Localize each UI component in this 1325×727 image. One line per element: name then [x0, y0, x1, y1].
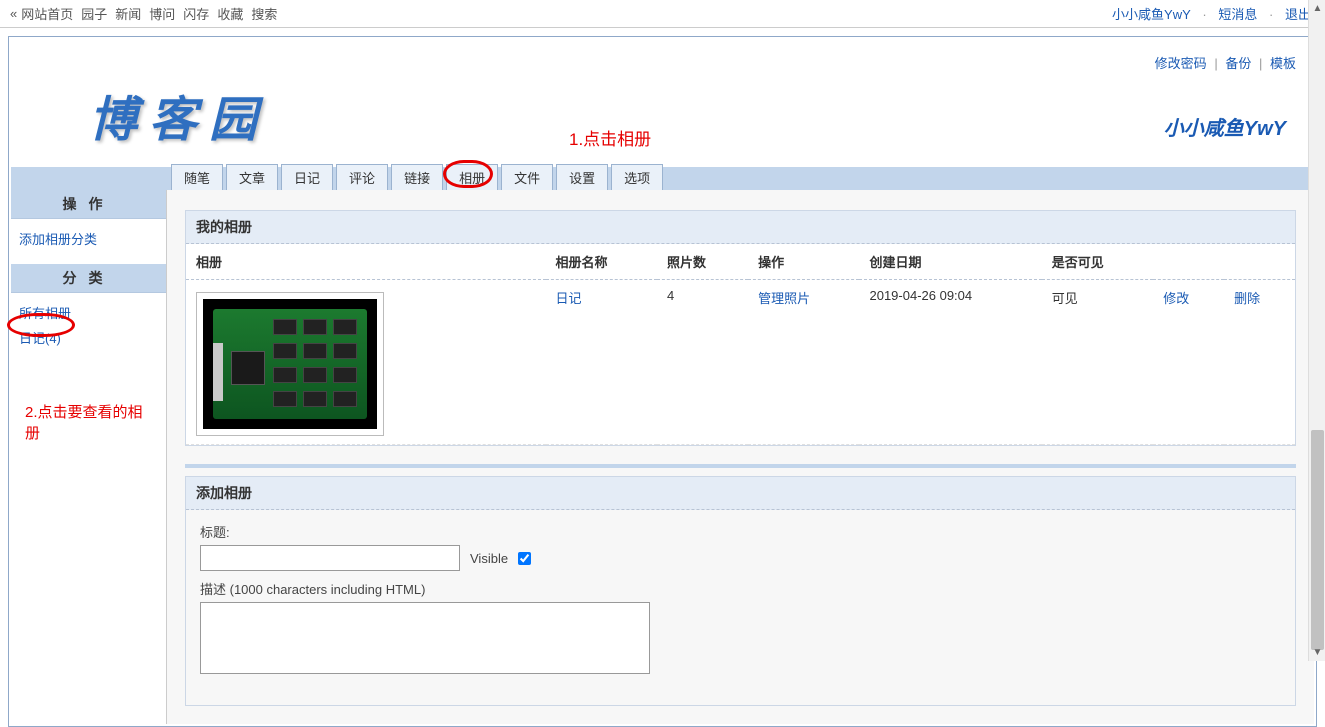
link-backup[interactable]: 备份	[1225, 56, 1251, 71]
annotation-2: 2.点击要查看的相册	[19, 353, 158, 449]
scroll-up-icon[interactable]: ▲	[1309, 0, 1325, 17]
checkbox-visible[interactable]	[518, 552, 531, 565]
albums-table: 相册 相册名称 照片数 操作 创建日期 是否可见	[186, 244, 1295, 445]
sidebar-add-category[interactable]: 添加相册分类	[19, 229, 97, 248]
sidebar-cat-title: 分类	[11, 264, 166, 293]
add-album-title: 添加相册	[186, 477, 1295, 510]
row-edit[interactable]: 修改	[1163, 291, 1189, 306]
header: 修改密码 | 备份 | 模板 博 客 园 小小咸鱼YwY	[11, 39, 1314, 166]
nav-fav[interactable]: 收藏	[217, 4, 243, 23]
tab-wenjian[interactable]: 文件	[501, 164, 553, 190]
annotation-1: 1.点击相册	[569, 125, 651, 150]
tab-shezhi[interactable]: 设置	[556, 164, 608, 190]
topbar-right: 小小咸鱼YwY · 短消息 · 退出	[1108, 4, 1315, 23]
content-row: 操作 添加相册分类 分类 所有相册 日记(4) 2.点击要查看的相册 我的相册 …	[11, 190, 1314, 724]
nav-news[interactable]: 新闻	[115, 4, 141, 23]
add-album-panel: 添加相册 标题: Visible 描述 (1000 characters inc…	[185, 476, 1296, 706]
scroll-down-icon[interactable]: ▼	[1309, 644, 1325, 661]
tab-riji[interactable]: 日记	[281, 164, 333, 190]
tab-wenzhang[interactable]: 文章	[226, 164, 278, 190]
site-logo: 博 客 园	[29, 72, 257, 166]
main-area: 我的相册 相册 相册名称 照片数 操作 创建日期 是否可见	[167, 190, 1314, 724]
topbar-prefix: «	[10, 6, 17, 21]
row-visible: 可见	[1042, 280, 1153, 445]
input-title[interactable]	[200, 545, 460, 571]
main-frame: 修改密码 | 备份 | 模板 博 客 园 小小咸鱼YwY 1.点击相册 随笔 文…	[8, 36, 1317, 727]
col-date: 创建日期	[859, 244, 1041, 280]
label-title: 标题:	[200, 522, 1281, 541]
scroll-thumb[interactable]	[1311, 430, 1324, 650]
pcb-image	[203, 299, 377, 429]
tabs: 随笔 文章 日记 评论 链接 相册 文件 设置 选项	[11, 166, 1314, 190]
sidebar-diary-album[interactable]: 日记(4)	[19, 328, 61, 347]
tab-xiangce[interactable]: 相册	[446, 164, 498, 190]
scrollbar[interactable]: ▲ ▼	[1308, 0, 1325, 661]
nav-yuanzi[interactable]: 园子	[81, 4, 107, 23]
tab-lianjie[interactable]: 链接	[391, 164, 443, 190]
row-count: 4	[657, 280, 748, 445]
nav-search[interactable]: 搜索	[251, 4, 277, 23]
tab-pinglun[interactable]: 评论	[336, 164, 388, 190]
link-template[interactable]: 模板	[1270, 56, 1296, 71]
label-visible: Visible	[470, 551, 508, 566]
album-thumbnail[interactable]	[196, 292, 384, 436]
blue-divider	[185, 464, 1296, 468]
row-delete[interactable]: 删除	[1234, 291, 1260, 306]
sidebar: 操作 添加相册分类 分类 所有相册 日记(4) 2.点击要查看的相册	[11, 190, 167, 724]
sidebar-ops-title: 操作	[11, 190, 166, 219]
col-ops: 操作	[748, 244, 859, 280]
row-manage[interactable]: 管理照片	[758, 291, 810, 306]
table-row: 日记 4 管理照片 2019-04-26 09:04 可见 修改 删除	[186, 280, 1295, 445]
label-desc: 描述 (1000 characters including HTML)	[200, 579, 1281, 598]
nav-home[interactable]: 网站首页	[21, 4, 73, 23]
header-user[interactable]: 小小咸鱼YwY	[1164, 72, 1296, 141]
topbar-user[interactable]: 小小咸鱼YwY	[1112, 7, 1191, 22]
sidebar-all-albums[interactable]: 所有相册	[19, 303, 71, 322]
textarea-desc[interactable]	[200, 602, 650, 674]
my-albums-panel: 我的相册 相册 相册名称 照片数 操作 创建日期 是否可见	[185, 210, 1296, 446]
row-name[interactable]: 日记	[556, 291, 582, 306]
topbar-messages[interactable]: 短消息	[1218, 7, 1257, 22]
tab-xuanxiang[interactable]: 选项	[611, 164, 663, 190]
nav-bowen[interactable]: 博问	[149, 4, 175, 23]
link-change-password[interactable]: 修改密码	[1155, 56, 1207, 71]
col-name: 相册名称	[546, 244, 657, 280]
topbar: « 网站首页 园子 新闻 博问 闪存 收藏 搜索 小小咸鱼YwY · 短消息 ·…	[0, 0, 1325, 28]
header-right-links: 修改密码 | 备份 | 模板	[29, 49, 1296, 72]
my-albums-title: 我的相册	[186, 211, 1295, 244]
col-count: 照片数	[657, 244, 748, 280]
tab-suibi[interactable]: 随笔	[171, 164, 223, 190]
nav-flash[interactable]: 闪存	[183, 4, 209, 23]
col-visible: 是否可见	[1042, 244, 1153, 280]
col-album: 相册	[186, 244, 546, 280]
topbar-left: « 网站首页 园子 新闻 博问 闪存 收藏 搜索	[10, 4, 281, 23]
row-date: 2019-04-26 09:04	[859, 280, 1041, 445]
